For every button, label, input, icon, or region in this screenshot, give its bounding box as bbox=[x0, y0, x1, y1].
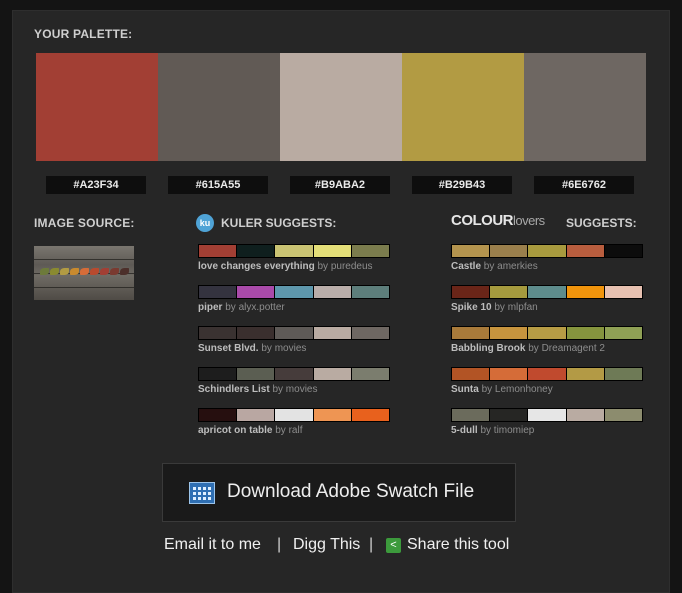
palette-swatch[interactable] bbox=[158, 53, 280, 161]
suggestion-color-bar[interactable] bbox=[451, 408, 643, 422]
suggestion-author[interactable]: by Lemonhoney bbox=[482, 384, 553, 395]
hex-code-row: #A23F34 #615A55 #B9ABA2 #B29B43 #6E6762 bbox=[46, 176, 646, 194]
kuler-suggestion[interactable]: Sunset Blvd. by movies bbox=[198, 326, 390, 354]
kuler-suggestion[interactable]: Schindlers List by movies bbox=[198, 367, 390, 395]
suggestion-name[interactable]: love changes everything bbox=[198, 261, 315, 272]
kuler-suggestion[interactable]: piper by alyx.potter bbox=[198, 285, 390, 313]
email-link[interactable]: Email it to me bbox=[164, 536, 261, 554]
palette-swatch[interactable] bbox=[36, 53, 158, 161]
link-separator: | bbox=[277, 536, 282, 553]
suggestion-author[interactable]: by movies bbox=[272, 384, 317, 395]
palette-swatch[interactable] bbox=[280, 53, 402, 161]
suggestion-color-bar[interactable] bbox=[198, 285, 390, 299]
suggestion-name[interactable]: piper bbox=[198, 302, 222, 313]
share-link[interactable]: Share this tool bbox=[407, 536, 509, 554]
kuler-suggests-title: KULER SUGGESTS: bbox=[221, 216, 337, 230]
hex-code[interactable]: #B9ABA2 bbox=[290, 176, 390, 194]
image-source-title: IMAGE SOURCE: bbox=[34, 216, 135, 230]
digg-link[interactable]: Digg This bbox=[293, 536, 360, 554]
suggestion-name[interactable]: 5-dull bbox=[451, 425, 478, 436]
suggestion-author[interactable]: by Dreamagent 2 bbox=[528, 343, 605, 354]
suggestion-name[interactable]: Babbling Brook bbox=[451, 343, 525, 354]
colourlovers-suggestion[interactable]: Sunta by Lemonhoney bbox=[451, 367, 643, 395]
suggestion-author[interactable]: by mlpfan bbox=[494, 302, 537, 313]
hex-code[interactable]: #A23F34 bbox=[46, 176, 146, 194]
suggestion-author[interactable]: by movies bbox=[261, 343, 306, 354]
download-swatch-button[interactable]: Download Adobe Swatch File bbox=[162, 463, 516, 522]
suggestion-author[interactable]: by puredeus bbox=[318, 261, 373, 272]
palette-swatch[interactable] bbox=[402, 53, 524, 161]
suggestion-author[interactable]: by amerkies bbox=[484, 261, 538, 272]
suggestion-color-bar[interactable] bbox=[451, 244, 643, 258]
colourlovers-suggestion[interactable]: Babbling Brook by Dreamagent 2 bbox=[451, 326, 643, 354]
share-links: Email it to me | Digg This | < Share thi… bbox=[0, 536, 682, 558]
hex-code[interactable]: #6E6762 bbox=[534, 176, 634, 194]
suggestion-color-bar[interactable] bbox=[451, 367, 643, 381]
share-icon[interactable]: < bbox=[386, 538, 401, 553]
suggestion-color-bar[interactable] bbox=[198, 408, 390, 422]
kuler-suggestion[interactable]: apricot on table by ralf bbox=[198, 408, 390, 436]
kuler-suggestion[interactable]: love changes everything by puredeus bbox=[198, 244, 390, 272]
suggestion-color-bar[interactable] bbox=[198, 244, 390, 258]
suggestion-name[interactable]: Sunset Blvd. bbox=[198, 343, 259, 354]
swatch-file-icon bbox=[189, 482, 215, 504]
suggestion-color-bar[interactable] bbox=[451, 285, 643, 299]
suggestion-name[interactable]: Castle bbox=[451, 261, 481, 272]
suggestion-name[interactable]: Spike 10 bbox=[451, 302, 492, 313]
suggestion-author[interactable]: by timomiep bbox=[480, 425, 534, 436]
link-separator: | bbox=[369, 536, 374, 553]
colourlovers-suggestion[interactable]: Spike 10 by mlpfan bbox=[451, 285, 643, 313]
hex-code[interactable]: #615A55 bbox=[168, 176, 268, 194]
suggestion-color-bar[interactable] bbox=[198, 326, 390, 340]
suggestion-author[interactable]: by alyx.potter bbox=[225, 302, 284, 313]
suggestion-name[interactable]: apricot on table bbox=[198, 425, 272, 436]
palette-swatches bbox=[36, 53, 646, 161]
suggestion-color-bar[interactable] bbox=[198, 367, 390, 381]
suggestion-name[interactable]: Schindlers List bbox=[198, 384, 270, 395]
image-source-thumbnail[interactable] bbox=[34, 246, 134, 300]
kuler-logo-icon: ku bbox=[196, 214, 214, 232]
download-label: Download Adobe Swatch File bbox=[227, 481, 475, 502]
colourlovers-logo: COLOURlovers bbox=[451, 212, 545, 229]
suggestion-color-bar[interactable] bbox=[451, 326, 643, 340]
palette-swatch[interactable] bbox=[524, 53, 646, 161]
hex-code[interactable]: #B29B43 bbox=[412, 176, 512, 194]
colourlovers-suggestion[interactable]: 5-dull by timomiep bbox=[451, 408, 643, 436]
colourlovers-suggests-title: SUGGESTS: bbox=[566, 216, 637, 230]
your-palette-title: YOUR PALETTE: bbox=[34, 27, 133, 41]
colourlovers-suggestion[interactable]: Castle by amerkies bbox=[451, 244, 643, 272]
suggestion-author[interactable]: by ralf bbox=[275, 425, 302, 436]
suggestion-name[interactable]: Sunta bbox=[451, 384, 479, 395]
